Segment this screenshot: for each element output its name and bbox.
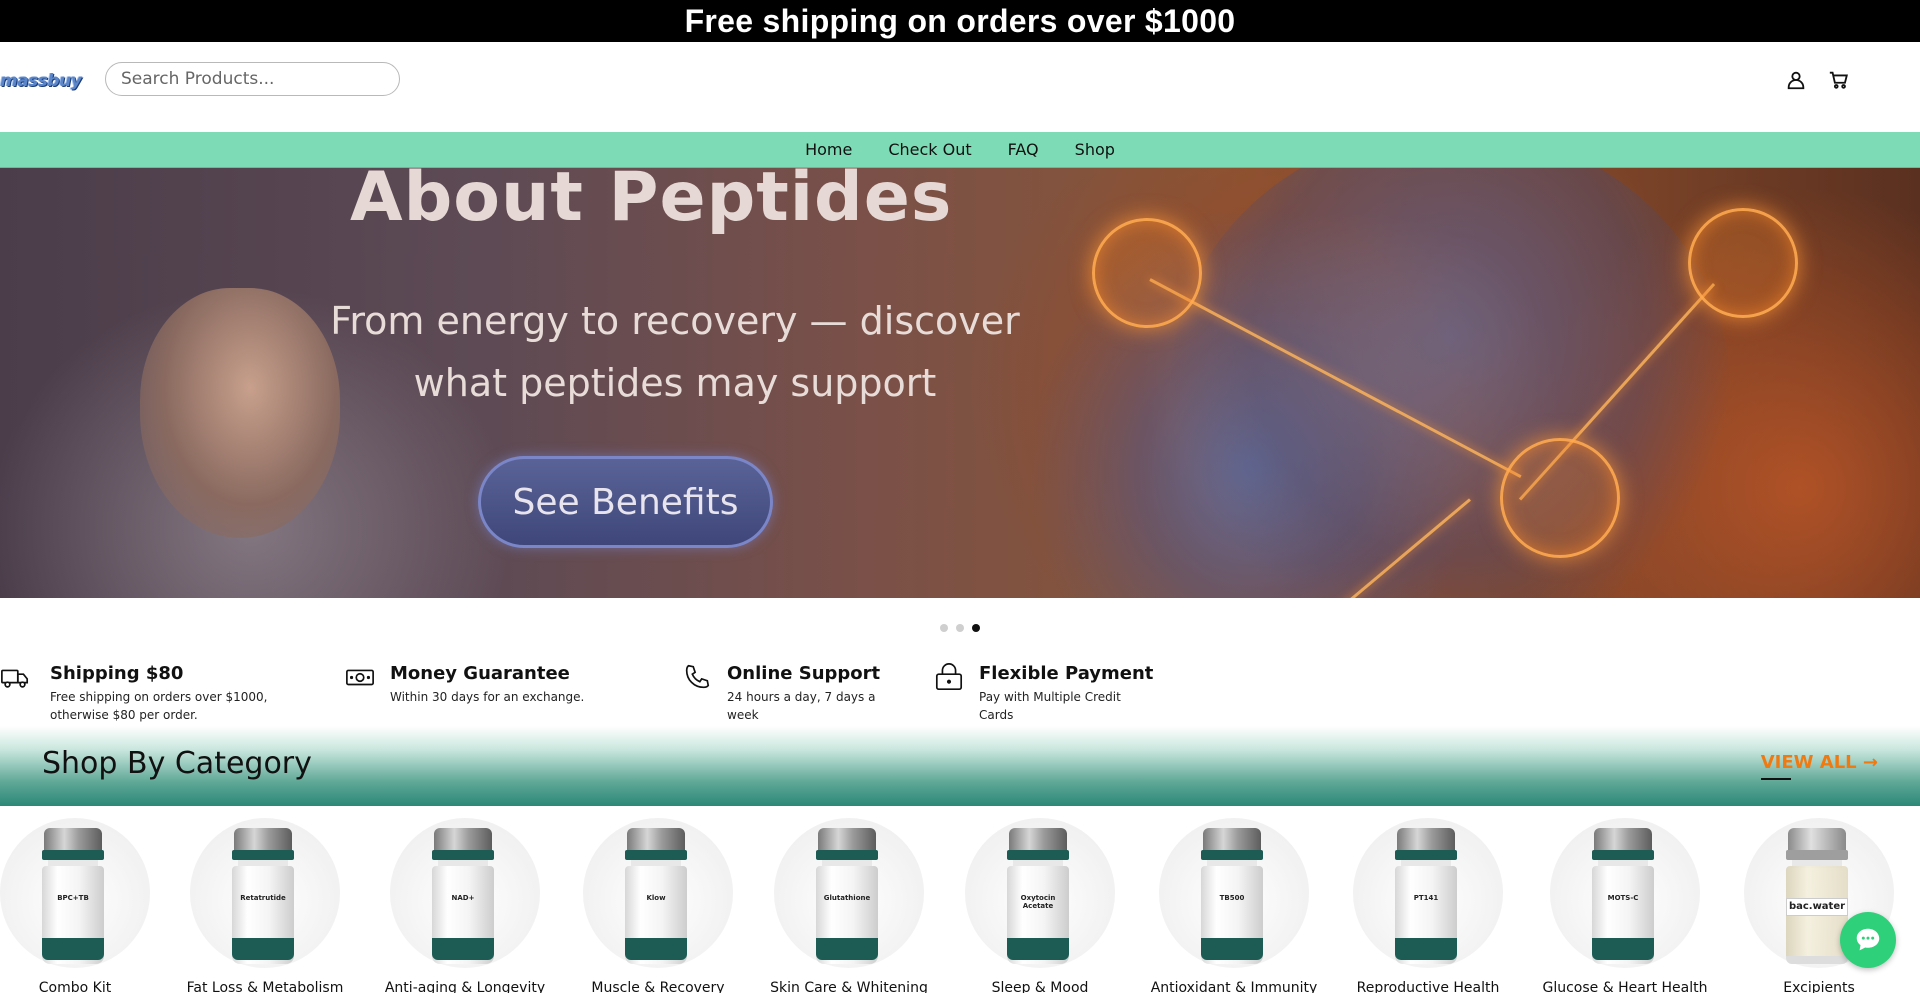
category-name: Glucose & Heart Health [1542, 980, 1708, 993]
feature-title: Flexible Payment [979, 663, 1154, 684]
hero-banner[interactable]: About Peptides From energy to recovery —… [0, 168, 1920, 598]
category-list: BPC+TB Combo Kit Retatrutide Fat Loss & … [0, 818, 1920, 993]
view-all-link[interactable]: VIEW ALL → [1760, 752, 1878, 780]
chat-bubble-icon [1856, 928, 1880, 951]
vial-image: TB500 [1201, 828, 1263, 966]
cart-icon[interactable] [1825, 66, 1853, 94]
vial-image: MOTS-C [1592, 828, 1654, 966]
category-item[interactable]: Klow Muscle & Recovery [563, 818, 733, 993]
category-name: Combo Kit [38, 980, 112, 993]
category-name: Skin Care & Whitening [770, 980, 928, 993]
category-item[interactable]: MOTS-C Glucose & Heart Health [1530, 818, 1708, 993]
slider-dot-2[interactable] [956, 624, 964, 632]
feature-desc: Within 30 days for an exchange. [390, 690, 585, 704]
see-benefits-button[interactable]: See Benefits [478, 456, 773, 548]
vial-image: Klow [625, 828, 687, 966]
vial-image: PT141 [1395, 828, 1457, 966]
money-icon [345, 662, 377, 694]
category-header: Shop By Category VIEW ALL → [0, 726, 1920, 806]
nav-home[interactable]: Home [787, 140, 870, 159]
category-name: Muscle & Recovery [591, 980, 725, 993]
vial-label: Glutathione [823, 894, 871, 902]
category-name: Fat Loss & Metabolism [186, 980, 344, 993]
chat-button[interactable] [1840, 912, 1896, 968]
feature-title: Online Support [727, 663, 881, 684]
hero-subtitle: From energy to recovery — discover what … [330, 299, 1020, 405]
category-item[interactable]: PT141 Reproductive Health [1333, 818, 1503, 993]
category-item[interactable]: BPC+TB Combo Kit [0, 818, 150, 993]
vial-label: bac.water [1786, 898, 1848, 916]
category-name: Reproductive Health [1356, 980, 1500, 993]
feature-title: Money Guarantee [390, 663, 570, 684]
category-item[interactable]: Oxytocin Acetate Sleep & Mood [945, 818, 1115, 993]
phone-icon [682, 662, 714, 694]
vial-label: Klow [646, 894, 666, 902]
nav-shop[interactable]: Shop [1057, 140, 1133, 159]
vial-label: BPC+TB [57, 894, 89, 902]
vial-image: Retatrutide [232, 828, 294, 966]
vial-label: Oxytocin Acetate [1020, 894, 1056, 910]
category-name: Anti-aging & Longevity [384, 980, 546, 993]
logo-text: massbuy [0, 71, 82, 91]
hero-shirt-figure [1170, 168, 1730, 598]
hero-title: About Peptides [350, 168, 953, 237]
category-item[interactable]: NAD+ Anti-aging & Longevity [370, 818, 545, 993]
category-name: Sleep & Mood [991, 980, 1089, 993]
feature-desc: Free shipping on orders over $1000, othe… [50, 690, 268, 722]
slider-dot-3[interactable] [972, 624, 980, 632]
feature-desc: 24 hours a day, 7 days a week [727, 690, 876, 722]
vial-image: bac.water [1786, 828, 1848, 966]
nav-check-out[interactable]: Check Out [870, 140, 989, 159]
view-all-label: VIEW ALL → [1760, 752, 1878, 773]
search-input[interactable] [105, 62, 400, 96]
muscle-ring-icon [1500, 438, 1620, 558]
vial-label: Retatrutide [240, 894, 286, 902]
category-name: Antioxidant & Immunity [1150, 980, 1318, 993]
slider-dot-1[interactable] [940, 624, 948, 632]
vial-label: MOTS-C [1607, 894, 1639, 902]
vial-label: NAD+ [451, 894, 475, 902]
main-nav: Home Check Out FAQ Shop [0, 132, 1920, 168]
category-name: Excipients [1783, 980, 1855, 993]
category-item[interactable]: Glutathione Skin Care & Whitening [754, 818, 928, 993]
features-row: Shipping $80 Free shipping on orders ove… [0, 660, 1920, 726]
nav-faq[interactable]: FAQ [990, 140, 1057, 159]
lock-icon [934, 662, 966, 694]
slider-dots [0, 624, 1920, 634]
category-item[interactable]: TB500 Antioxidant & Immunity [1139, 818, 1317, 993]
cloud-ring-icon [1688, 208, 1798, 318]
vial-image: BPC+TB [42, 828, 104, 966]
announcement-text: Free shipping on orders over $1000 [684, 2, 1236, 39]
site-header: massbuy [0, 42, 1920, 132]
announcement-bar: Free shipping on orders over $1000 [0, 0, 1920, 42]
feature-desc: Pay with Multiple Credit Cards [979, 690, 1121, 722]
vial-label: TB500 [1219, 894, 1245, 902]
vial-image: NAD+ [432, 828, 494, 966]
feature-title: Shipping $80 [50, 663, 184, 684]
vial-label: PT141 [1413, 894, 1439, 902]
account-icon[interactable] [1782, 66, 1810, 94]
vial-image: Glutathione [816, 828, 878, 966]
section-title: Shop By Category [42, 746, 312, 781]
heart-ring-icon [1092, 218, 1202, 328]
category-item[interactable]: Retatrutide Fat Loss & Metabolism [170, 818, 343, 993]
logo[interactable]: massbuy [0, 68, 82, 94]
vial-image: Oxytocin Acetate [1007, 828, 1069, 966]
truck-icon [0, 662, 32, 694]
